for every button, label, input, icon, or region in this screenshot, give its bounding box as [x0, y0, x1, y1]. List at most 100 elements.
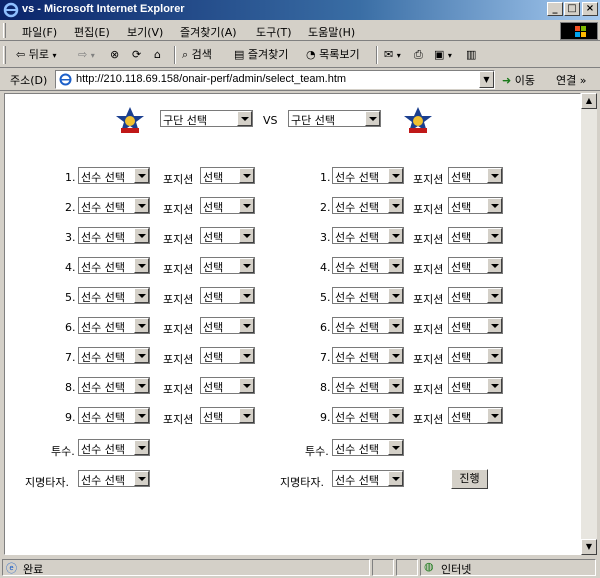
- back-button[interactable]: ⇦ 뒤로 ▾: [16, 47, 56, 63]
- pitcher-label-left: 투수.: [51, 445, 75, 458]
- chevron-down-icon: [388, 408, 403, 423]
- mail-button[interactable]: ✉ ▾: [384, 47, 401, 63]
- player-select-right[interactable]: 선수 선택: [332, 377, 404, 394]
- player-select-right[interactable]: 선수 선택: [332, 287, 404, 304]
- status-text: 완료: [23, 563, 44, 576]
- home-button[interactable]: ⌂: [154, 47, 161, 63]
- scroll-down-icon[interactable]: ▼: [581, 539, 597, 555]
- player-select-right[interactable]: 선수 선택: [332, 257, 404, 274]
- address-field[interactable]: http://210.118.69.158/onair-perf/admin/s…: [55, 70, 495, 89]
- position-select-left[interactable]: 선택: [200, 197, 255, 214]
- position-select-left[interactable]: 선택: [200, 287, 255, 304]
- player-select-left[interactable]: 선수 선택: [78, 227, 150, 244]
- player-select-left[interactable]: 선수 선택: [78, 197, 150, 214]
- team-select-left[interactable]: 구단 선택: [160, 110, 253, 127]
- dh-select-left[interactable]: 선수 선택: [78, 470, 150, 487]
- chevron-down-icon: [134, 258, 149, 273]
- chevron-down-icon: [487, 318, 502, 333]
- player-select-left[interactable]: 선수 선택: [78, 317, 150, 334]
- position-select-text: 선택: [451, 321, 472, 334]
- position-select-right[interactable]: 선택: [448, 257, 503, 274]
- position-select-left[interactable]: 선택: [200, 347, 255, 364]
- position-select-text: 선택: [203, 411, 224, 424]
- player-select-right[interactable]: 선수 선택: [332, 167, 404, 184]
- position-select-left[interactable]: 선택: [200, 227, 255, 244]
- position-select-right[interactable]: 선택: [448, 167, 503, 184]
- refresh-button[interactable]: ⟳: [132, 47, 141, 63]
- player-select-right[interactable]: 선수 선택: [332, 197, 404, 214]
- go-button[interactable]: ➜ 이동: [502, 72, 535, 88]
- team-select-right[interactable]: 구단 선택: [288, 110, 381, 127]
- position-select-left[interactable]: 선택: [200, 317, 255, 334]
- player-select-text: 선수 선택: [335, 321, 379, 334]
- player-select-left[interactable]: 선수 선택: [78, 257, 150, 274]
- dh-select-right-text: 선수 선택: [335, 474, 379, 487]
- stop-button[interactable]: ⊗: [110, 47, 119, 63]
- edit-button[interactable]: ▣ ▾: [434, 47, 452, 63]
- discuss-button[interactable]: ▥: [466, 47, 476, 63]
- player-select-left[interactable]: 선수 선택: [78, 407, 150, 424]
- print-button[interactable]: ⎙: [414, 47, 423, 63]
- position-select-right[interactable]: 선택: [448, 407, 503, 424]
- player-select-right[interactable]: 선수 선택: [332, 227, 404, 244]
- position-select-right[interactable]: 선택: [448, 227, 503, 244]
- lineup-number-right: 8.: [320, 381, 331, 394]
- position-select-left[interactable]: 선택: [200, 407, 255, 424]
- status-panel: [372, 559, 394, 576]
- position-label-right: 포지션: [413, 173, 444, 186]
- player-select-right[interactable]: 선수 선택: [332, 317, 404, 334]
- player-select-right[interactable]: 선수 선택: [332, 407, 404, 424]
- mail-dropdown-icon: ▾: [396, 51, 401, 60]
- pitcher-select-left[interactable]: 선수 선택: [78, 439, 150, 456]
- scroll-up-icon[interactable]: ▲: [581, 93, 597, 109]
- minimize-button[interactable]: _: [547, 2, 563, 16]
- position-select-left[interactable]: 선택: [200, 257, 255, 274]
- menu-help[interactable]: 도움말(H): [308, 24, 355, 40]
- player-select-right[interactable]: 선수 선택: [332, 347, 404, 364]
- search-icon: ⌕: [182, 48, 189, 61]
- submit-button[interactable]: 진행: [451, 469, 488, 489]
- search-button[interactable]: ⌕ 검색: [182, 47, 212, 63]
- menu-view[interactable]: 보기(V): [127, 24, 163, 40]
- favorites-button[interactable]: ▤ 즐겨찾기: [234, 47, 288, 63]
- player-select-left[interactable]: 선수 선택: [78, 347, 150, 364]
- position-select-right[interactable]: 선택: [448, 377, 503, 394]
- chevron-down-icon: [134, 348, 149, 363]
- position-select-left[interactable]: 선택: [200, 167, 255, 184]
- player-select-left[interactable]: 선수 선택: [78, 167, 150, 184]
- chevron-down-icon: [388, 198, 403, 213]
- position-select-right[interactable]: 선택: [448, 317, 503, 334]
- forward-button[interactable]: ⇨ ▾: [78, 47, 95, 63]
- pitcher-select-right[interactable]: 선수 선택: [332, 439, 404, 456]
- ie-logo-icon: [3, 2, 19, 18]
- dh-label-right: 지명타자.: [280, 476, 324, 489]
- menu-favorites[interactable]: 즐겨찾기(A): [180, 24, 237, 40]
- position-select-text: 선택: [203, 201, 224, 214]
- position-select-left[interactable]: 선택: [200, 377, 255, 394]
- history-button[interactable]: ◔ 목록보기: [306, 47, 360, 63]
- pitcher-select-right-text: 선수 선택: [335, 443, 379, 456]
- toolbar-separator: [174, 46, 176, 64]
- dh-label-left: 지명타자.: [25, 476, 69, 489]
- position-select-right[interactable]: 선택: [448, 197, 503, 214]
- page-icon: [59, 73, 72, 86]
- position-select-text: 선택: [451, 411, 472, 424]
- lineup-number-left: 4.: [65, 261, 76, 274]
- player-select-text: 선수 선택: [335, 231, 379, 244]
- position-select-text: 선택: [451, 201, 472, 214]
- position-select-right[interactable]: 선택: [448, 287, 503, 304]
- player-select-left[interactable]: 선수 선택: [78, 287, 150, 304]
- player-select-left[interactable]: 선수 선택: [78, 377, 150, 394]
- status-bar: ⓔ 완료 ◍ 인터넷: [0, 557, 600, 578]
- position-select-right[interactable]: 선택: [448, 347, 503, 364]
- vertical-scrollbar[interactable]: ▲ ▼: [581, 93, 597, 555]
- close-button[interactable]: ×: [582, 2, 598, 16]
- dh-select-right[interactable]: 선수 선택: [332, 470, 404, 487]
- links-button[interactable]: 연결 »: [556, 72, 586, 88]
- menu-file[interactable]: 파일(F): [22, 24, 57, 40]
- position-select-text: 선택: [451, 351, 472, 364]
- menu-tools[interactable]: 도구(T): [256, 24, 292, 40]
- address-dropdown-icon[interactable]: ▼: [479, 71, 494, 88]
- menu-edit[interactable]: 편집(E): [74, 24, 110, 40]
- maximize-button[interactable]: □: [564, 2, 580, 16]
